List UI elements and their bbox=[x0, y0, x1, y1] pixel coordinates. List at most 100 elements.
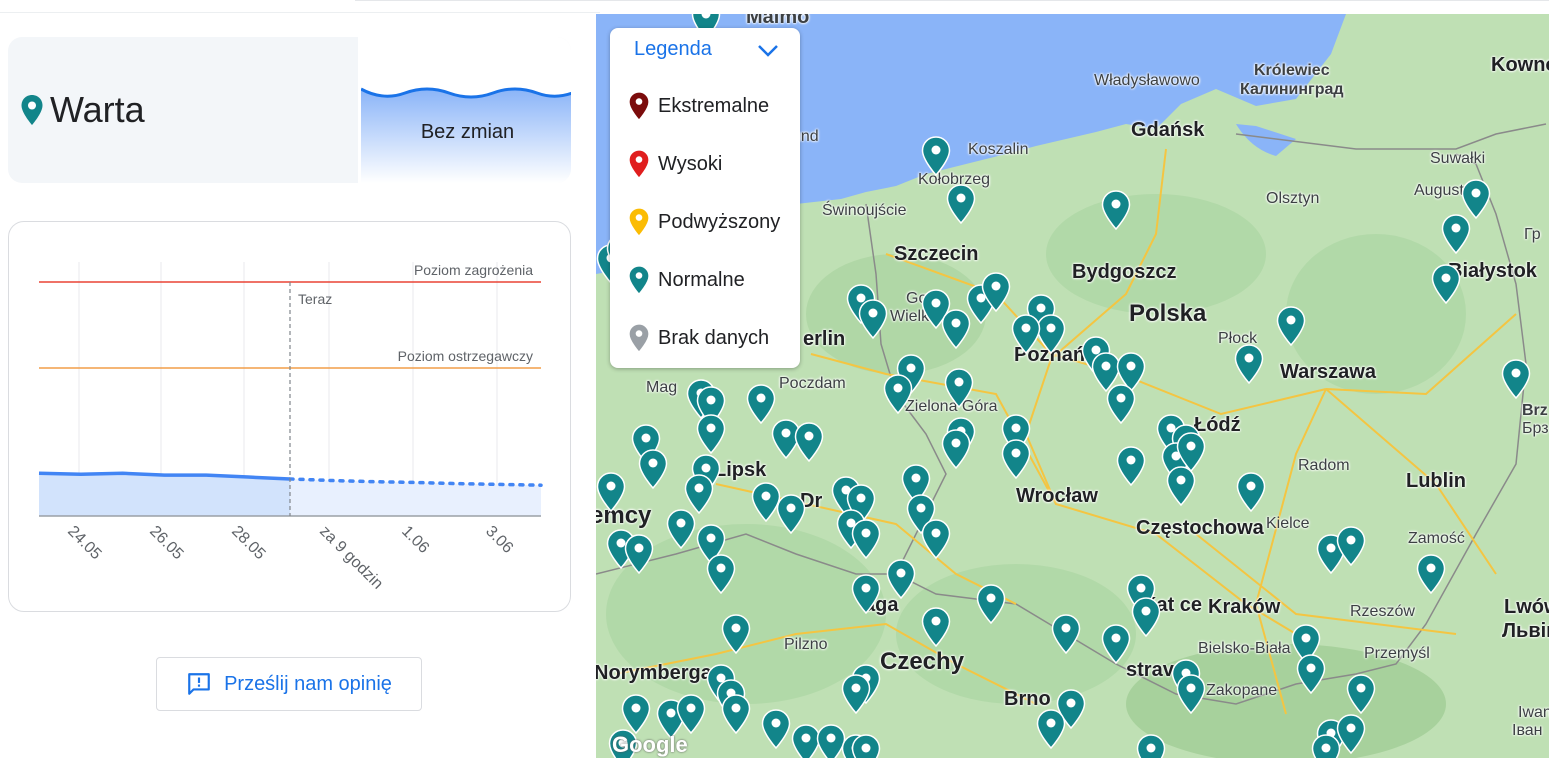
threshold-label: Poziom ostrzegawczy bbox=[398, 348, 533, 364]
gauge-marker[interactable] bbox=[981, 272, 1011, 312]
gauge-marker[interactable] bbox=[941, 309, 971, 349]
gauge-marker[interactable] bbox=[1501, 359, 1531, 399]
gauge-marker[interactable] bbox=[941, 429, 971, 469]
place-kielce: Kielce bbox=[1266, 515, 1310, 532]
gauge-marker[interactable] bbox=[596, 472, 626, 512]
marker-icon bbox=[628, 265, 650, 295]
place-szczecin: Szczecin bbox=[894, 243, 979, 265]
x-tick-label: 28.05 bbox=[228, 523, 268, 563]
gauge-marker[interactable] bbox=[721, 614, 751, 654]
gauge-marker[interactable] bbox=[776, 494, 806, 534]
gauge-marker[interactable] bbox=[684, 474, 714, 514]
place-iwan: Iwan bbox=[1518, 704, 1549, 721]
gauge-marker[interactable] bbox=[1416, 554, 1446, 594]
gauge-marker[interactable] bbox=[638, 449, 668, 489]
gauge-marker[interactable] bbox=[841, 674, 871, 714]
legend-item-0: Ekstremalne bbox=[628, 90, 769, 122]
place-rzeszow: Rzeszów bbox=[1350, 603, 1415, 620]
legend-title[interactable]: Legenda bbox=[634, 38, 712, 61]
chevron-down-icon[interactable] bbox=[756, 40, 780, 62]
place-lwiw: Львів bbox=[1502, 620, 1549, 642]
gauge-marker[interactable] bbox=[1036, 709, 1066, 749]
river-name: Warta bbox=[50, 89, 145, 130]
gauge-marker[interactable] bbox=[883, 374, 913, 414]
gauge-marker[interactable] bbox=[851, 574, 881, 614]
place-pilzno: Pilzno bbox=[784, 636, 828, 653]
river-card: Warta Bez zmian bbox=[8, 37, 571, 183]
gauge-marker[interactable] bbox=[921, 607, 951, 647]
place-zakopane: Zakopane bbox=[1206, 682, 1278, 699]
place-czestochowa: Częstochowa bbox=[1136, 517, 1264, 539]
gauge-marker[interactable] bbox=[1441, 214, 1471, 254]
gauge-marker[interactable] bbox=[746, 384, 776, 424]
gauge-marker[interactable] bbox=[621, 694, 651, 734]
gauge-marker[interactable] bbox=[1051, 614, 1081, 654]
threshold-label: Poziom zagrożenia bbox=[414, 262, 533, 278]
gauge-marker[interactable] bbox=[921, 136, 951, 176]
place-bydgoszcz: Bydgoszcz bbox=[1072, 261, 1177, 283]
gauge-marker[interactable] bbox=[1311, 734, 1341, 758]
place-brz: Brz bbox=[1522, 402, 1548, 419]
gauge-marker[interactable] bbox=[851, 734, 881, 758]
x-tick-label: 1.06 bbox=[398, 523, 432, 557]
gauge-marker[interactable] bbox=[1116, 446, 1146, 486]
place-bialystok: Białystok bbox=[1448, 260, 1537, 282]
gauge-marker[interactable] bbox=[976, 584, 1006, 624]
place-krolewiec: Królewiec bbox=[1254, 62, 1330, 79]
marker-icon bbox=[628, 323, 650, 353]
legend-item-label: Wysoki bbox=[658, 152, 723, 175]
top-divider bbox=[0, 0, 600, 13]
place-gr: Гр bbox=[1524, 226, 1541, 243]
gauge-marker[interactable] bbox=[1101, 190, 1131, 230]
gauge-marker[interactable] bbox=[1011, 314, 1041, 354]
gauge-marker[interactable] bbox=[1336, 526, 1366, 566]
place-brz-cyr: Брз bbox=[1522, 420, 1549, 437]
gauge-marker[interactable] bbox=[851, 519, 881, 559]
x-tick-label: 24.05 bbox=[64, 523, 104, 563]
place-kowno: Kowno bbox=[1491, 54, 1549, 76]
place-lublin: Lublin bbox=[1406, 470, 1466, 492]
gauge-marker[interactable] bbox=[721, 694, 751, 734]
x-tick-label: za 9 godzin bbox=[316, 523, 386, 593]
place-brno: Brno bbox=[1004, 688, 1051, 710]
gauge-marker[interactable] bbox=[1276, 306, 1306, 346]
gauge-marker[interactable] bbox=[1431, 264, 1461, 304]
gauge-marker[interactable] bbox=[1101, 624, 1131, 664]
gauge-marker[interactable] bbox=[1106, 384, 1136, 424]
place-suwalki: Suwałki bbox=[1430, 150, 1486, 167]
wave-icon bbox=[361, 87, 571, 183]
gauge-marker[interactable] bbox=[676, 694, 706, 734]
gauge-marker[interactable] bbox=[666, 509, 696, 549]
gauge-marker[interactable] bbox=[921, 519, 951, 559]
gauge-marker[interactable] bbox=[761, 709, 791, 749]
place-radom: Radom bbox=[1298, 457, 1350, 474]
x-tick-label: 3.06 bbox=[482, 523, 516, 557]
gauge-marker[interactable] bbox=[1461, 179, 1491, 219]
gauge-marker[interactable] bbox=[1236, 472, 1266, 512]
feedback-icon bbox=[188, 673, 210, 695]
gauge-marker[interactable] bbox=[886, 559, 916, 599]
gauge-marker[interactable] bbox=[624, 534, 654, 574]
send-feedback-button[interactable]: Prześlij nam opinię bbox=[156, 657, 422, 711]
gauge-marker[interactable] bbox=[1136, 734, 1166, 758]
gauge-marker[interactable] bbox=[858, 299, 888, 339]
x-tick-label: 26.05 bbox=[146, 523, 186, 563]
place-warszawa: Warszawa bbox=[1280, 361, 1376, 383]
place-norymberga: Norymberga bbox=[596, 662, 712, 684]
gauge-marker[interactable] bbox=[706, 554, 736, 594]
gauge-marker[interactable] bbox=[1234, 344, 1264, 384]
place-magdeburg: Mag bbox=[646, 379, 678, 396]
gauge-marker[interactable] bbox=[944, 368, 974, 408]
gauge-marker[interactable] bbox=[946, 184, 976, 224]
gauge-marker[interactable] bbox=[1131, 597, 1161, 637]
gauge-marker[interactable] bbox=[1001, 439, 1031, 479]
map-legend[interactable]: Legenda Ekstremalne Wysoki Podwyższony Norm… bbox=[610, 28, 800, 368]
gauge-marker[interactable] bbox=[794, 422, 824, 462]
gauge-marker[interactable] bbox=[1176, 674, 1206, 714]
place-swinoujscie: Świnoujście bbox=[822, 202, 907, 219]
water-level-chart-card: Poziom zagrożenia Poziom ostrzegawczy Tera… bbox=[8, 221, 571, 612]
gauge-marker[interactable] bbox=[1296, 654, 1326, 694]
gauge-marker[interactable] bbox=[1346, 674, 1376, 714]
gauge-marker[interactable] bbox=[696, 414, 726, 454]
gauge-marker[interactable] bbox=[1166, 466, 1196, 506]
